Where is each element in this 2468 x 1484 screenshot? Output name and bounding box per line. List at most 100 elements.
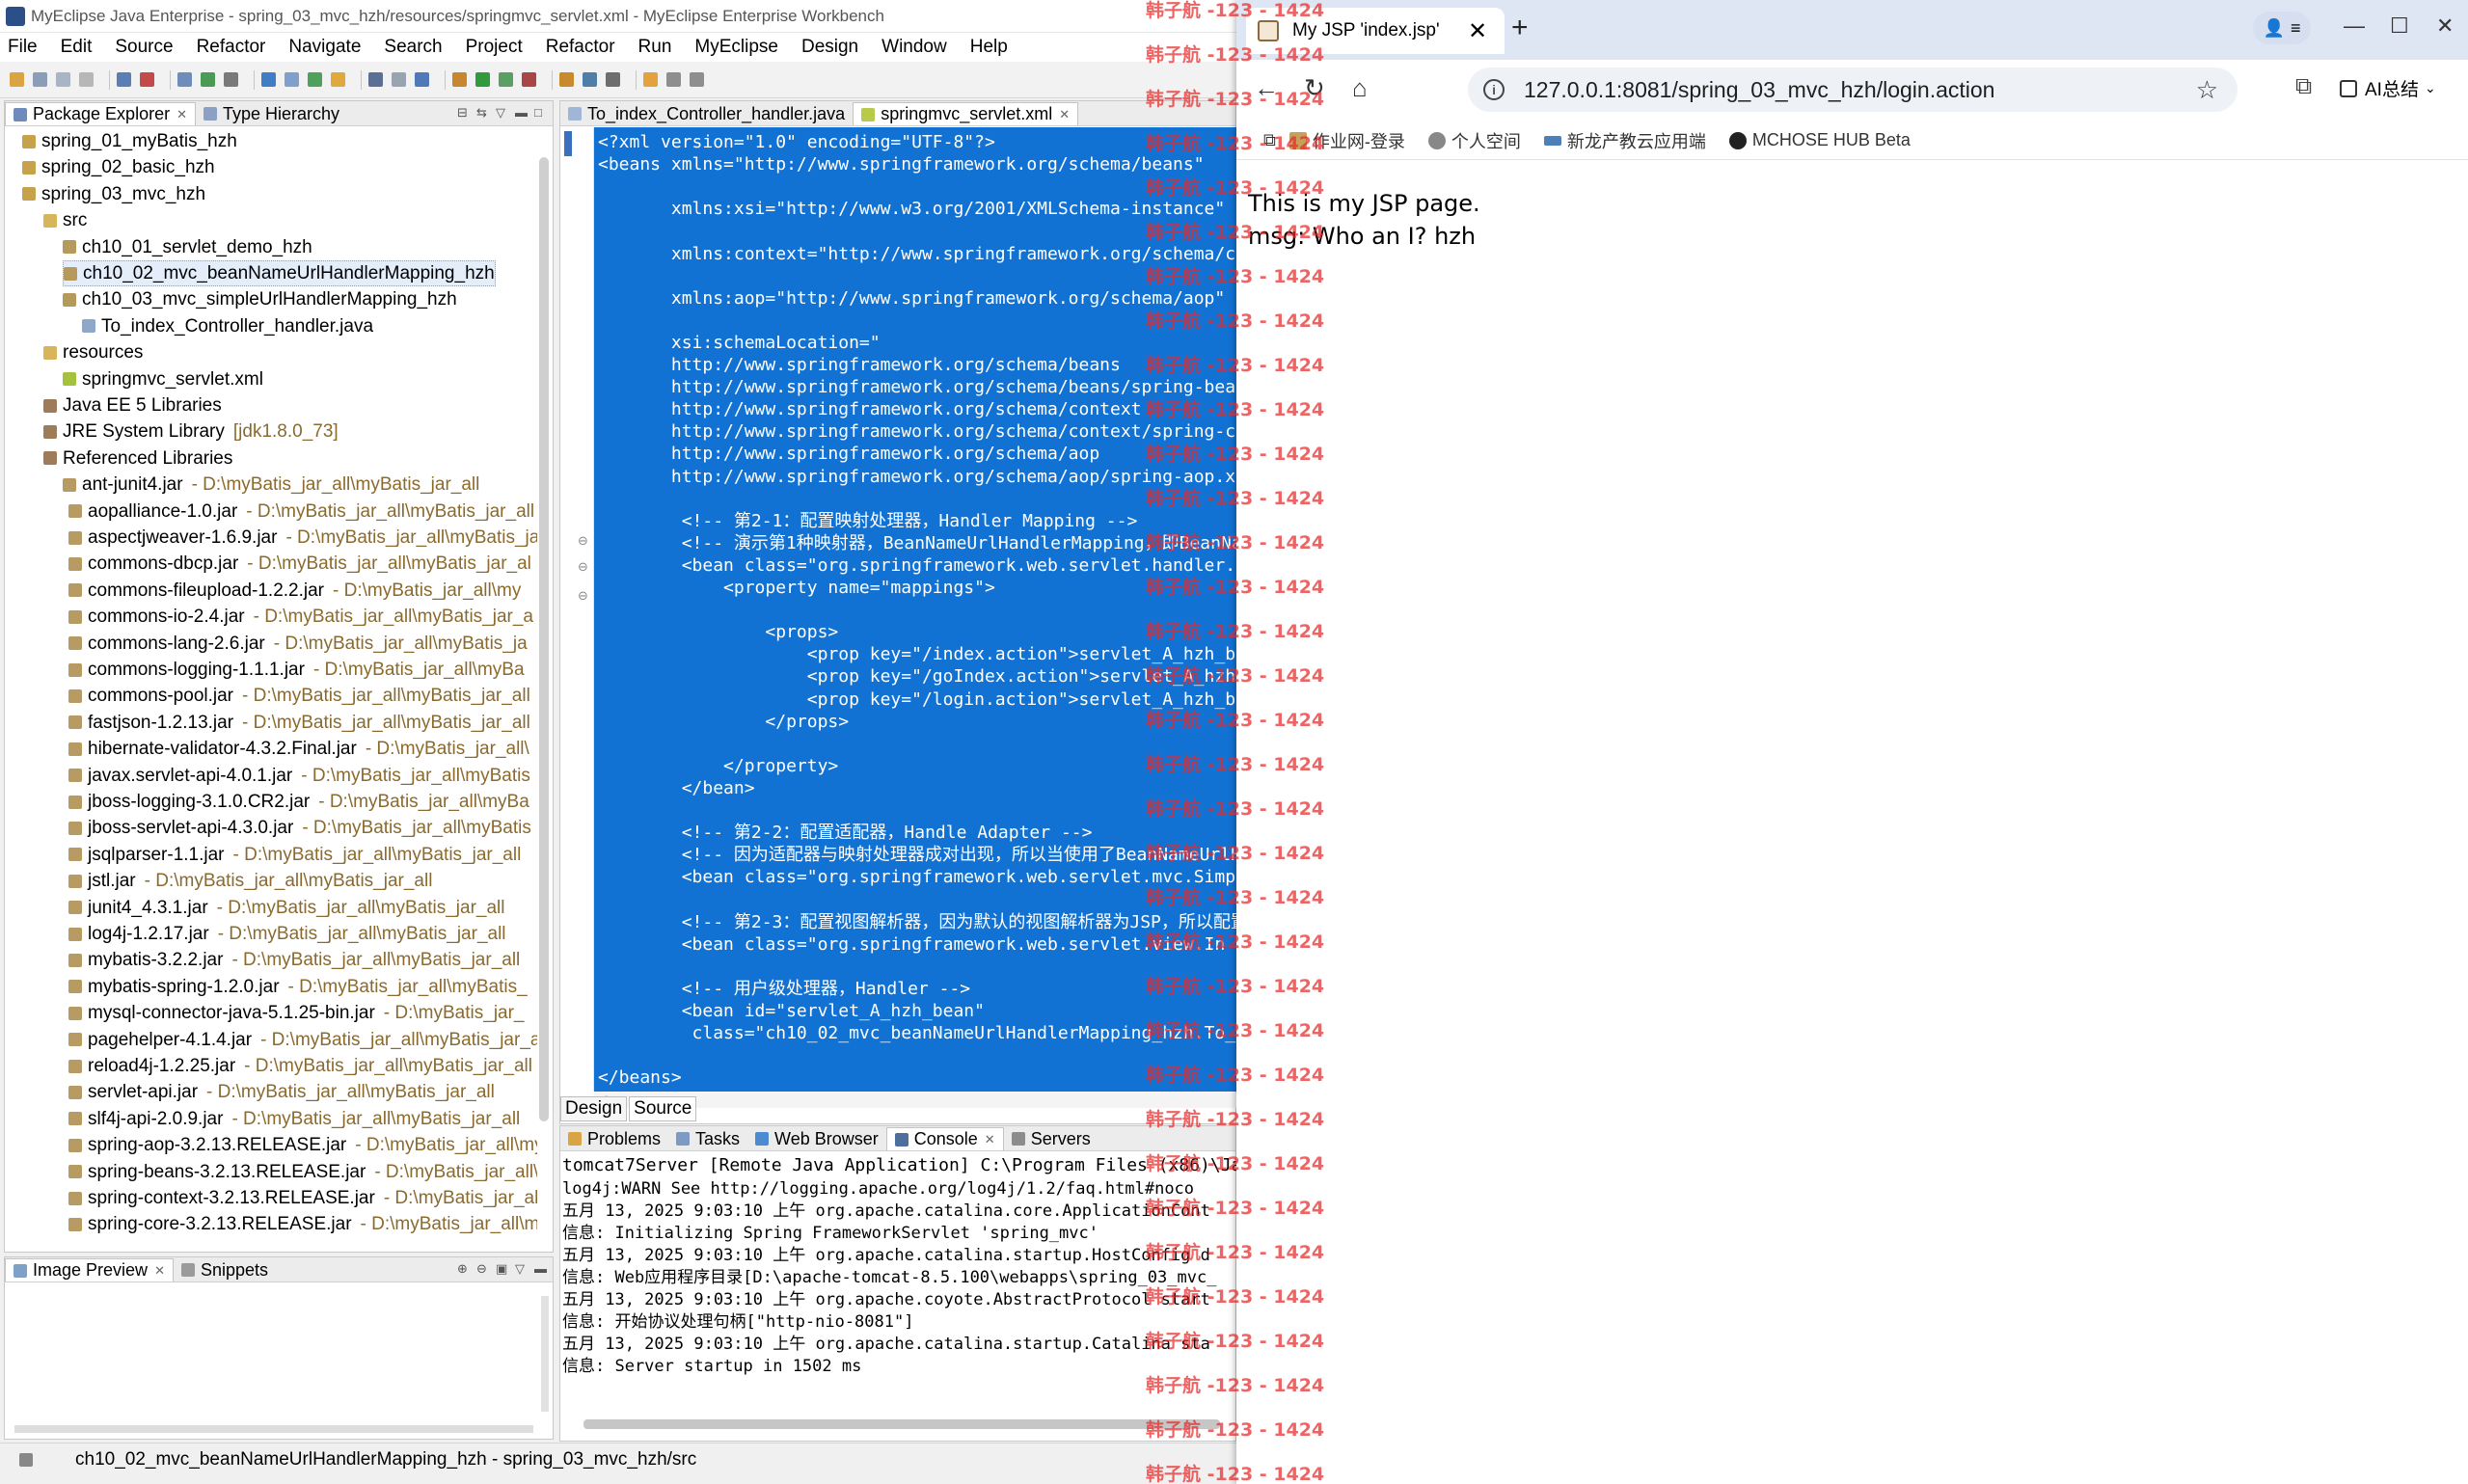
menu-edit[interactable]: Edit xyxy=(61,37,93,58)
tree-item[interactable]: mybatis-spring-1.2.0.jar - D:\myBatis_jar… xyxy=(68,974,528,1000)
tree-item[interactable]: JRE System Library [jdk1.8.0_73] xyxy=(43,418,339,445)
forward-icon[interactable] xyxy=(690,72,704,87)
view-menu-icon[interactable]: ▽ xyxy=(515,1261,528,1276)
tab-type-hierarchy[interactable]: Type Hierarchy xyxy=(196,102,347,125)
collapse-all-icon[interactable]: ⊟ xyxy=(457,105,470,120)
next-annotation-icon[interactable] xyxy=(583,72,597,87)
new-tab-icon[interactable]: + xyxy=(1511,12,1529,44)
close-icon[interactable]: ✕ xyxy=(1059,103,1070,125)
menu-myeclipse[interactable]: MyEclipse xyxy=(694,37,778,58)
save-icon[interactable] xyxy=(33,72,47,87)
tree-item[interactable]: Referenced Libraries xyxy=(43,445,232,472)
tree-item[interactable]: commons-logging-1.1.1.jar - D:\myBatis_ja… xyxy=(68,657,525,683)
tree-item[interactable]: ch10_03_mvc_simpleUrlHandlerMapping_hzh xyxy=(63,286,457,312)
tree-item[interactable]: hibernate-validator-4.3.2.Final.jar - D:\… xyxy=(68,736,529,762)
search-icon[interactable] xyxy=(415,72,429,87)
back-icon[interactable] xyxy=(666,72,681,87)
tree-item[interactable]: spring-core-3.2.13.RELEASE.jar - D:\myBat… xyxy=(68,1211,537,1237)
tree-item[interactable]: fastjson-1.2.13.jar - D:\myBatis_jar_all\… xyxy=(68,710,530,736)
fold-icon[interactable]: ⊖ xyxy=(578,588,588,604)
reload-icon[interactable]: ↻ xyxy=(1304,73,1325,103)
site-info-icon[interactable]: i xyxy=(1483,79,1505,100)
server-icon[interactable] xyxy=(117,72,131,87)
tree-item[interactable]: jboss-logging-3.1.0.CR2.jar - D:\myBatis_… xyxy=(68,789,529,815)
tree-item[interactable]: To_index_Controller_handler.java xyxy=(82,313,373,339)
debug-icon[interactable] xyxy=(452,72,467,87)
tree-item[interactable]: junit4_4.3.1.jar - D:\myBatis_jar_all\myB… xyxy=(68,895,504,921)
tree-item[interactable]: commons-dbcp.jar - D:\myBatis_jar_all\myB… xyxy=(68,551,531,577)
menu-source[interactable]: Source xyxy=(115,37,173,58)
ai-summary-button[interactable]: AI总结 ⌄ xyxy=(2340,75,2436,101)
tree-item[interactable]: ch10_01_servlet_demo_hzh xyxy=(63,234,312,260)
tree-item[interactable]: resources xyxy=(43,339,143,365)
maximize-icon[interactable]: ☐ xyxy=(2390,13,2409,39)
close-icon[interactable]: ✕ xyxy=(176,103,187,125)
tab-source[interactable]: Source xyxy=(629,1096,697,1121)
open-resource-icon[interactable] xyxy=(392,72,406,87)
menu-run[interactable]: Run xyxy=(638,37,672,58)
home-icon[interactable]: ⌂ xyxy=(1352,73,1368,103)
tree-item[interactable]: mybatis-3.2.2.jar - D:\myBatis_jar_all\my… xyxy=(68,947,520,973)
close-icon[interactable]: ✕ xyxy=(154,1259,165,1282)
url-text[interactable]: 127.0.0.1:8081/spring_03_mvc_hzh/login.a… xyxy=(1524,77,1994,103)
menu-navigate[interactable]: Navigate xyxy=(288,37,361,58)
tab-xml-file[interactable]: springmvc_servlet.xml ✕ xyxy=(853,102,1079,125)
tab-console[interactable]: Console ✕ xyxy=(885,1127,1004,1150)
close-icon[interactable]: ✕ xyxy=(985,1128,995,1150)
tree-item[interactable]: spring-context-3.2.13.RELEASE.jar - D:\my… xyxy=(68,1185,537,1211)
minimize-icon[interactable]: ▬ xyxy=(515,105,528,120)
menu-refactor[interactable]: Refactor xyxy=(197,37,266,58)
image-preview-hscroll[interactable] xyxy=(14,1425,533,1433)
deploy-icon[interactable] xyxy=(177,72,192,87)
minimize-icon[interactable]: ▬ xyxy=(534,1261,547,1276)
link-editor-icon[interactable]: ⇆ xyxy=(476,105,489,120)
tab-tasks[interactable]: Tasks xyxy=(668,1127,747,1150)
tree-item[interactable]: spring_02_basic_hzh xyxy=(22,154,215,180)
menu-help[interactable]: Help xyxy=(970,37,1008,58)
tab-design[interactable]: Design xyxy=(560,1096,628,1121)
tree-item[interactable]: aspectjweaver-1.6.9.jar - D:\myBatis_jar_… xyxy=(68,525,537,551)
menu-project[interactable]: Project xyxy=(466,37,523,58)
view-menu-icon[interactable]: ▽ xyxy=(496,105,508,120)
save-all-icon[interactable] xyxy=(56,72,70,87)
tree-item[interactable]: aopalliance-1.0.jar - D:\myBatis_jar_all\… xyxy=(68,499,534,525)
tree-item[interactable]: spring-aop-3.2.13.RELEASE.jar - D:\myBati… xyxy=(68,1132,537,1158)
bookmark-item[interactable]: MCHOSE HUB Beta xyxy=(1728,130,1911,150)
tab-image-preview[interactable]: Image Preview ✕ xyxy=(5,1258,174,1282)
code-area[interactable]: <?xml version="1.0" encoding="UTF-8"?> <b… xyxy=(594,127,1237,1092)
pin-icon[interactable] xyxy=(606,72,620,87)
tree-item[interactable]: reload4j-1.2.25.jar - D:\myBatis_jar_all\… xyxy=(68,1053,532,1079)
tree-item[interactable]: javax.servlet-api-4.0.1.jar - D:\myBatis_… xyxy=(68,763,530,789)
tab-servers[interactable]: Servers xyxy=(1004,1127,1098,1150)
tree-item[interactable]: commons-io-2.4.jar - D:\myBatis_jar_all\m… xyxy=(68,604,533,630)
tree-item[interactable]: spring-beans-3.2.13.RELEASE.jar - D:\myBa… xyxy=(68,1159,537,1185)
tree-item[interactable]: commons-fileupload-1.2.2.jar - D:\myBatis… xyxy=(68,578,521,604)
zoom-in-icon[interactable]: ⊕ xyxy=(457,1261,470,1276)
new-package-icon[interactable] xyxy=(285,72,299,87)
print-icon[interactable] xyxy=(79,72,94,87)
tree-item[interactable]: jboss-servlet-api-4.3.0.jar - D:\myBatis_… xyxy=(68,815,531,841)
tab-snippets[interactable]: Snippets xyxy=(174,1258,276,1282)
browser-tab[interactable]: My JSP 'index.jsp' ✕ xyxy=(1246,8,1505,54)
close-window-icon[interactable]: ✕ xyxy=(2436,13,2454,39)
tree-item[interactable]: servlet-api.jar - D:\myBatis_jar_all\myBa… xyxy=(68,1079,495,1105)
bookmarks-bar-toggle-icon[interactable]: ⧉ xyxy=(1263,130,1276,150)
profile-button[interactable]: 👤 ≡ xyxy=(2253,12,2311,44)
tree-item[interactable]: Java EE 5 Libraries xyxy=(43,392,222,418)
tree-item[interactable]: commons-lang-2.6.jar - D:\myBatis_jar_all… xyxy=(68,631,528,657)
tree-item[interactable]: log4j-1.2.17.jar - D:\myBatis_jar_all\myB… xyxy=(68,921,506,947)
package-explorer-scrollbar[interactable] xyxy=(539,157,549,1121)
new-web-icon[interactable] xyxy=(261,72,276,87)
coverage-icon[interactable] xyxy=(499,72,513,87)
tree-item[interactable]: ch10_02_mvc_beanNameUrlHandlerMapping_hz… xyxy=(63,260,496,286)
url-field[interactable]: i 127.0.0.1:8081/spring_03_mvc_hzh/login… xyxy=(1468,67,2237,112)
tree-item[interactable]: jsqlparser-1.1.jar - D:\myBatis_jar_all\m… xyxy=(68,842,521,868)
tree-item[interactable]: pagehelper-4.1.4.jar - D:\myBatis_jar_all… xyxy=(68,1027,537,1053)
console-output[interactable]: log4j:WARN See http://logging.apache.org… xyxy=(562,1178,1237,1400)
bookmark-item[interactable]: 作业网-登录 xyxy=(1288,128,1405,153)
extensions-icon[interactable]: ⧉ xyxy=(2295,73,2312,100)
tree-item[interactable]: jstl.jar - D:\myBatis_jar_all\myBatis_jar… xyxy=(68,868,432,894)
fit-icon[interactable]: ▣ xyxy=(496,1261,508,1276)
fold-icon[interactable]: ⊖ xyxy=(578,559,588,575)
tree-item[interactable]: spring_03_mvc_hzh xyxy=(22,181,205,207)
